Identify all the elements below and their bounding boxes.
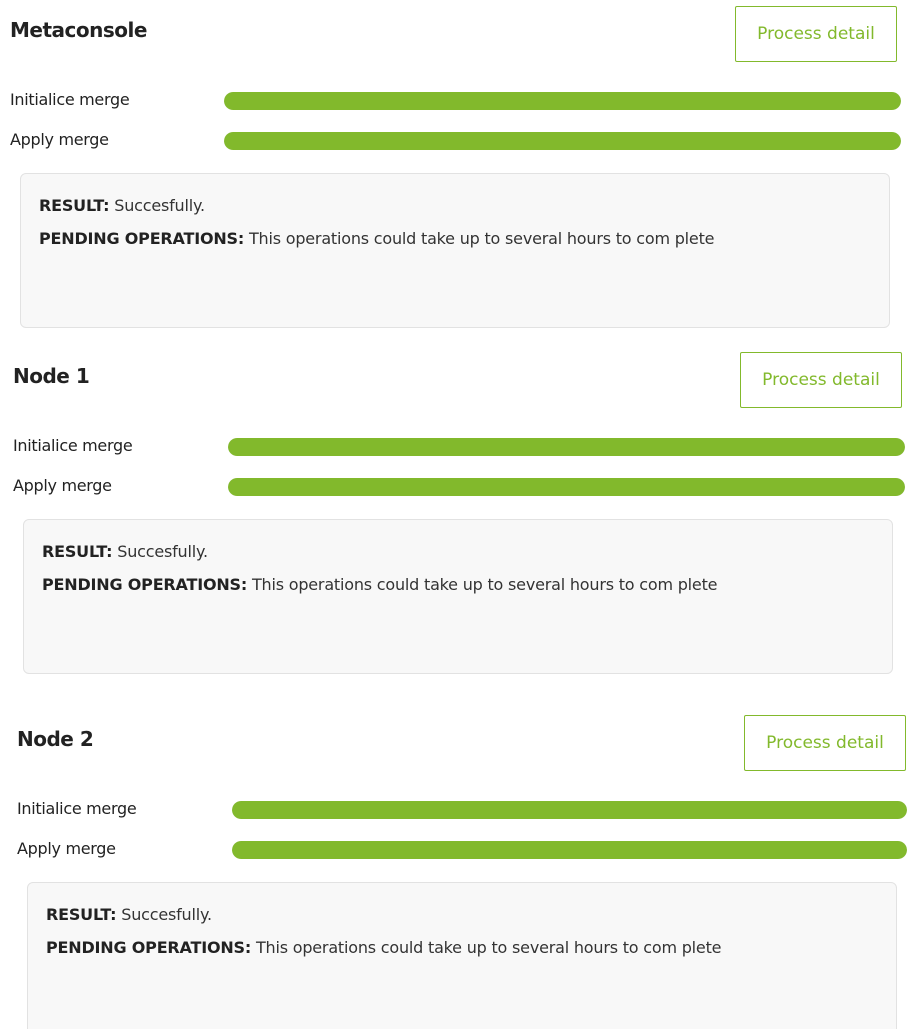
progress-bar	[224, 132, 901, 150]
merge-step-initialice: Initialice merge	[17, 795, 908, 825]
result-key: RESULT:	[42, 542, 113, 561]
result-value: Succesfully.	[109, 196, 205, 215]
section-title: Node 1	[13, 364, 90, 388]
progress-bar	[232, 801, 907, 819]
merge-step-apply: Apply merge	[13, 472, 908, 502]
section-metaconsole: Metaconsole Process detail Initialice me…	[10, 0, 908, 330]
pending-operations-line: PENDING OPERATIONS: This operations coul…	[39, 225, 861, 252]
merge-step-initialice: Initialice merge	[10, 86, 908, 116]
merge-step-initialice: Initialice merge	[13, 432, 908, 462]
result-box: RESULT: Succesfully. PENDING OPERATIONS:…	[20, 173, 890, 328]
section-title: Metaconsole	[10, 18, 147, 42]
merge-step-apply: Apply merge	[10, 126, 908, 156]
progress-bar-fill	[232, 841, 907, 859]
result-key: RESULT:	[46, 905, 117, 924]
result-line: RESULT: Succesfully.	[42, 538, 864, 565]
pending-operations-value: This operations could take up to several…	[247, 575, 718, 594]
merge-step-label: Initialice merge	[13, 436, 133, 455]
section-node-1: Node 1 Process detail Initialice merge A…	[13, 346, 908, 676]
result-box: RESULT: Succesfully. PENDING OPERATIONS:…	[27, 882, 897, 1029]
result-line: RESULT: Succesfully.	[39, 192, 861, 219]
merge-step-label: Apply merge	[13, 476, 112, 495]
section-node-2: Node 2 Process detail Initialice merge A…	[17, 709, 908, 1029]
progress-bar	[228, 478, 905, 496]
process-detail-button[interactable]: Process detail	[740, 352, 902, 408]
pending-operations-key: PENDING OPERATIONS:	[42, 575, 248, 594]
result-key: RESULT:	[39, 196, 110, 215]
merge-status-page: Metaconsole Process detail Initialice me…	[0, 0, 908, 1029]
progress-bar-fill	[224, 92, 901, 110]
pending-operations-key: PENDING OPERATIONS:	[46, 938, 252, 957]
pending-operations-value: This operations could take up to several…	[251, 938, 722, 957]
merge-step-label: Initialice merge	[17, 799, 137, 818]
merge-step-label: Apply merge	[17, 839, 116, 858]
pending-operations-line: PENDING OPERATIONS: This operations coul…	[46, 934, 868, 961]
process-detail-button[interactable]: Process detail	[744, 715, 906, 771]
progress-bar-fill	[224, 132, 901, 150]
progress-bar	[224, 92, 901, 110]
result-value: Succesfully.	[116, 905, 212, 924]
progress-bar-fill	[232, 801, 907, 819]
pending-operations-key: PENDING OPERATIONS:	[39, 229, 245, 248]
progress-bar-fill	[228, 438, 905, 456]
merge-step-label: Initialice merge	[10, 90, 130, 109]
result-line: RESULT: Succesfully.	[46, 901, 868, 928]
pending-operations-line: PENDING OPERATIONS: This operations coul…	[42, 571, 864, 598]
merge-step-label: Apply merge	[10, 130, 109, 149]
result-value: Succesfully.	[112, 542, 208, 561]
merge-step-apply: Apply merge	[17, 835, 908, 865]
process-detail-button[interactable]: Process detail	[735, 6, 897, 62]
progress-bar-fill	[228, 478, 905, 496]
section-title: Node 2	[17, 727, 94, 751]
result-box: RESULT: Succesfully. PENDING OPERATIONS:…	[23, 519, 893, 674]
progress-bar	[228, 438, 905, 456]
progress-bar	[232, 841, 907, 859]
pending-operations-value: This operations could take up to several…	[244, 229, 715, 248]
